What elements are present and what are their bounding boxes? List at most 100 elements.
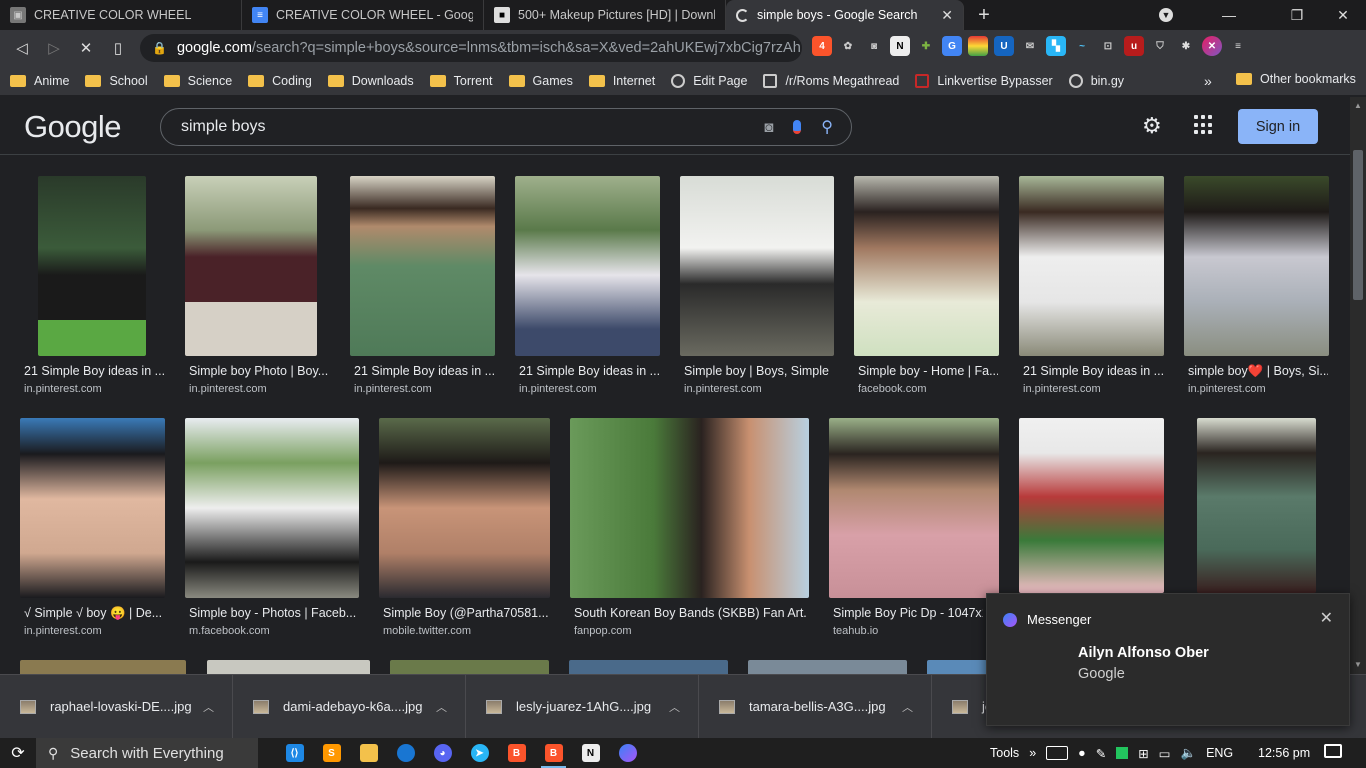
result-title[interactable]: Simple boy | Boys, Simple xyxy=(684,364,832,378)
result-image[interactable] xyxy=(20,418,165,598)
result-image[interactable] xyxy=(1019,418,1164,593)
result-title[interactable]: 21 Simple Boy ideas in ... xyxy=(24,364,164,378)
sign-in-button[interactable]: Sign in xyxy=(1238,109,1318,144)
language-indicator[interactable]: ENG xyxy=(1206,746,1233,760)
notion-icon[interactable]: N xyxy=(890,36,910,56)
taskbar-file-explorer[interactable] xyxy=(350,738,387,768)
result-title[interactable]: 21 Simple Boy ideas in ... xyxy=(354,364,494,378)
google-logo[interactable]: Google xyxy=(24,109,121,145)
taskbar-vscode[interactable]: ⟨⟩ xyxy=(276,738,313,768)
result-image[interactable] xyxy=(20,660,186,674)
scroll-down-icon[interactable]: ▼ xyxy=(1354,660,1362,669)
bookmark-internet[interactable]: Internet xyxy=(588,74,655,88)
stop-button[interactable]: ✕ xyxy=(70,32,102,64)
scroll-up-icon[interactable]: ▲ xyxy=(1354,101,1362,110)
result-title[interactable]: √ Simple √ boy 😛 | De... xyxy=(24,606,164,621)
bookmark-school[interactable]: School xyxy=(85,74,148,88)
result-title[interactable]: Simple boy Photo | Boy... xyxy=(189,364,329,378)
download-item[interactable]: dami-adebayo-k6a....jpg ︿ xyxy=(233,674,466,739)
result-image[interactable] xyxy=(854,176,999,356)
bookmark-science[interactable]: Science xyxy=(163,74,232,88)
network-icon[interactable]: ⊞ xyxy=(1138,746,1148,761)
result-image[interactable] xyxy=(570,418,809,598)
back-button[interactable]: ◁ xyxy=(6,32,38,64)
download-item[interactable]: raphael-lovaski-DE....jpg ︿ xyxy=(0,674,233,739)
more-bookmarks-chevron[interactable]: » xyxy=(1204,73,1212,89)
result-image[interactable] xyxy=(680,176,834,356)
result-image[interactable] xyxy=(927,660,987,674)
chevron-right-icon[interactable]: » xyxy=(1029,746,1036,760)
minimize-button[interactable]: — xyxy=(1184,0,1274,30)
taskbar-messenger[interactable] xyxy=(609,738,646,768)
chevron-up-icon[interactable]: ︿ xyxy=(436,699,447,715)
result-title[interactable]: Simple boy - Photos | Faceb... xyxy=(189,606,357,620)
taskbar-discord[interactable]: ◕ xyxy=(424,738,461,768)
tab-color-wheel-doc[interactable]: ≡ CREATIVE COLOR WHEEL - Google Do xyxy=(242,0,484,30)
taskbar-search[interactable]: ⚲ Search with Everything xyxy=(36,738,258,768)
result-title[interactable]: simple boy❤️ | Boys, Si... xyxy=(1188,364,1328,379)
taskbar-sublime[interactable]: S xyxy=(313,738,350,768)
bookmark-games[interactable]: Games xyxy=(508,74,573,88)
result-image[interactable] xyxy=(185,418,359,598)
mail-icon[interactable]: ✉ xyxy=(1020,36,1040,56)
address-bar[interactable]: 🔒 google.com /search?q=simple+boys&sourc… xyxy=(140,34,802,62)
download-item[interactable]: tamara-bellis-A3G....jpg ︿ xyxy=(699,674,932,739)
taskbar-notion[interactable]: N xyxy=(572,738,609,768)
taskbar-brave[interactable]: B xyxy=(498,738,535,768)
result-image[interactable] xyxy=(515,176,660,356)
chevron-up-icon[interactable]: ︿ xyxy=(203,699,214,715)
bookmark-edit-page[interactable]: Edit Page xyxy=(671,73,747,88)
result-image[interactable] xyxy=(1019,176,1164,356)
chevron-up-icon[interactable]: ︿ xyxy=(902,699,913,715)
other-bookmarks[interactable]: Other bookmarks xyxy=(1236,72,1356,86)
result-title[interactable]: Simple Boy (@Partha70581... xyxy=(383,606,548,620)
voice-search-icon[interactable] xyxy=(793,120,802,134)
result-image[interactable] xyxy=(1184,176,1329,356)
tab-makeup-pictures[interactable]: ■ 500+ Makeup Pictures [HD] | Downloa xyxy=(484,0,726,30)
bookmark-torrent[interactable]: Torrent xyxy=(429,74,493,88)
nvidia-icon[interactable] xyxy=(1116,747,1129,759)
result-image[interactable] xyxy=(379,418,550,598)
profile-avatar-icon[interactable]: ✕ xyxy=(1202,36,1222,56)
close-tab-icon[interactable]: ✕ xyxy=(941,7,953,24)
scrollbar-thumb[interactable] xyxy=(1353,150,1363,300)
maximize-button[interactable]: ❐ xyxy=(1274,0,1320,30)
bookmark-roms-megathread[interactable]: /r/Roms Megathread xyxy=(763,73,899,88)
bookmark-linkvertise[interactable]: Linkvertise Bypasser xyxy=(915,73,1053,88)
bookmark-downloads[interactable]: Downloads xyxy=(327,74,414,88)
google-apps-icon[interactable] xyxy=(1194,115,1214,135)
result-image[interactable] xyxy=(569,660,728,674)
tools-toolbar[interactable]: Tools xyxy=(990,746,1019,760)
extensions-puzzle-icon[interactable]: ✱ xyxy=(1176,36,1196,56)
pen-icon[interactable]: ✎ xyxy=(1096,746,1106,761)
bookmark-coding[interactable]: Coding xyxy=(248,74,312,88)
result-title[interactable]: 21 Simple Boy ideas in ... xyxy=(519,364,659,378)
camera-icon[interactable]: ◙ xyxy=(864,36,884,56)
result-title[interactable]: Simple boy - Home | Fa... xyxy=(858,364,998,378)
close-window-button[interactable]: ✕ xyxy=(1320,0,1366,30)
download-item[interactable]: lesly-juarez-1AhG....jpg ︿ xyxy=(466,674,699,739)
camera-search-icon[interactable]: ◙ xyxy=(764,119,773,136)
close-notification-icon[interactable]: ✕ xyxy=(1320,608,1333,628)
volume-icon[interactable]: 🔈 xyxy=(1180,746,1196,761)
chevron-up-icon[interactable]: ︿ xyxy=(669,699,680,715)
page-scrollbar[interactable]: ▲ ▼ xyxy=(1350,97,1366,674)
new-tab-button[interactable]: + xyxy=(964,0,1004,30)
taskbar-app-blue[interactable] xyxy=(387,738,424,768)
record-icon[interactable]: ● xyxy=(1078,746,1086,760)
taskbar-clock[interactable]: 12:56 pm xyxy=(1258,746,1310,760)
huawei-icon[interactable]: ✿ xyxy=(838,36,858,56)
puzzle-green-icon[interactable]: ✚ xyxy=(916,36,936,56)
wave-icon[interactable]: ~ xyxy=(1072,36,1092,56)
search-icon[interactable]: ⚲ xyxy=(821,117,833,137)
brave-shields-icon[interactable]: 4 xyxy=(812,36,832,56)
result-image[interactable] xyxy=(185,176,317,356)
result-image[interactable] xyxy=(1197,418,1316,593)
start-button[interactable]: ⟳ xyxy=(0,738,36,768)
result-image[interactable] xyxy=(207,660,370,674)
messenger-notification[interactable]: Messenger ✕ Ailyn Alfonso Ober Google xyxy=(986,593,1350,726)
stack-icon[interactable] xyxy=(968,36,988,56)
result-image[interactable] xyxy=(829,418,999,598)
taskbar-brave-active[interactable]: B xyxy=(535,738,572,768)
settings-gear-icon[interactable]: ⚙ xyxy=(1142,113,1162,139)
